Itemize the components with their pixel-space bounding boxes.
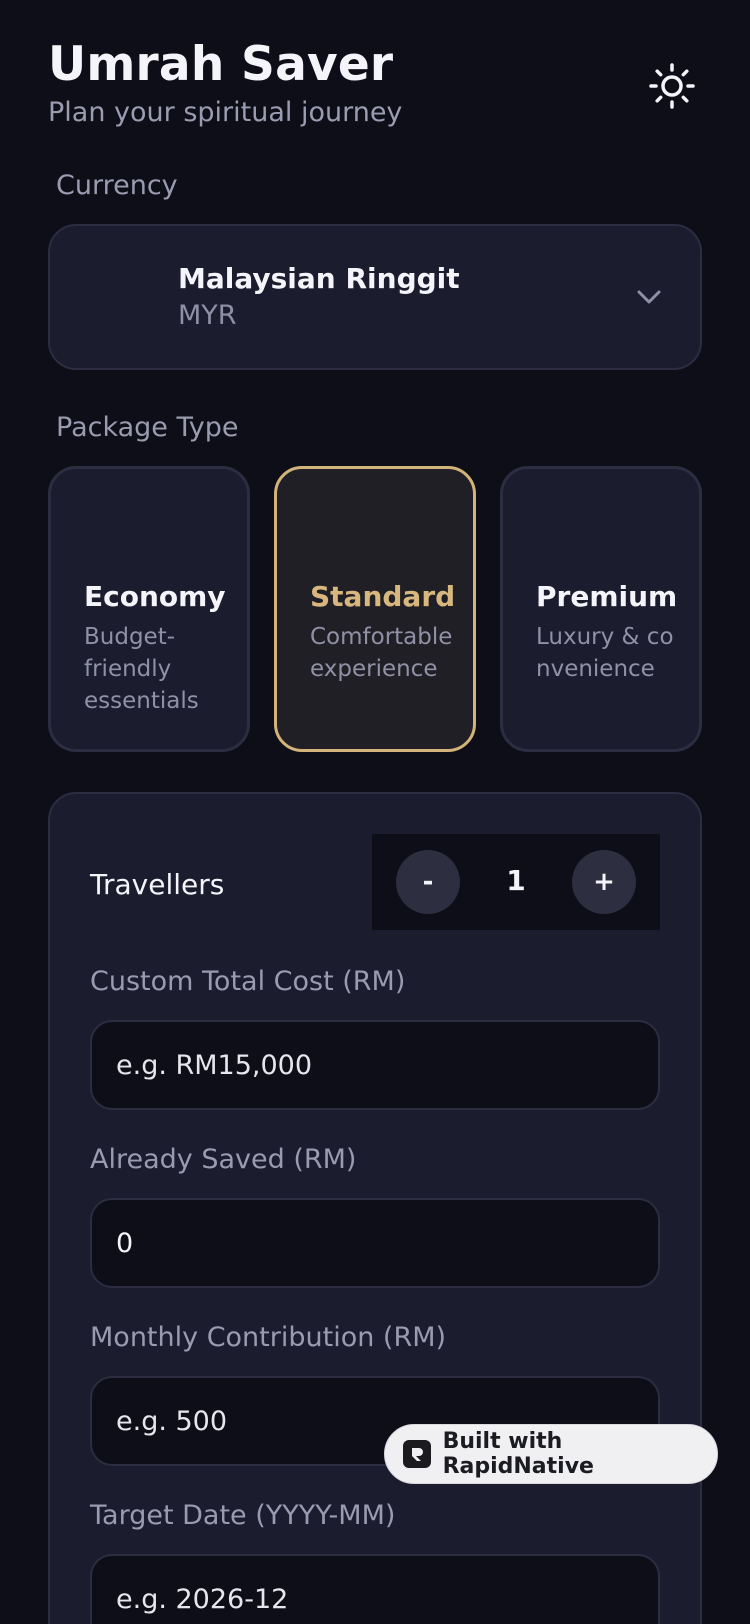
currency-code: MYR	[178, 300, 237, 331]
currency-select[interactable]: Malaysian Ringgit MYR	[48, 224, 702, 370]
built-with-badge[interactable]: Built with RapidNative	[384, 1424, 718, 1484]
decrement-button[interactable]: -	[396, 850, 460, 914]
savings-form-card: Travellers - 1 + Custom Total Cost (RM) …	[48, 792, 702, 1624]
package-option-economy[interactable]: Economy Budget-friendly essentials	[48, 466, 250, 752]
sun-icon	[649, 63, 695, 109]
package-name: Economy	[84, 580, 226, 613]
app-header: Umrah Saver Plan your spiritual journey	[48, 36, 702, 130]
already-saved-input[interactable]	[90, 1198, 660, 1288]
currency-name: Malaysian Ringgit	[178, 262, 460, 295]
package-name: Standard	[310, 580, 456, 613]
chevron-down-icon	[637, 290, 661, 304]
target-date-label: Target Date (YYYY-MM)	[90, 1500, 396, 1531]
currency-label: Currency	[56, 170, 178, 201]
package-description: Luxury & convenience	[536, 624, 674, 682]
theme-toggle-button[interactable]	[642, 56, 702, 116]
travellers-count: 1	[506, 864, 526, 897]
monthly-contribution-label: Monthly Contribution (RM)	[90, 1322, 447, 1353]
rapidnative-logo-icon	[403, 1440, 431, 1468]
page-title: Umrah Saver	[48, 37, 394, 92]
package-description: Budget-friendly essentials	[84, 624, 199, 714]
page-subtitle: Plan your spiritual journey	[48, 97, 403, 128]
already-saved-label: Already Saved (RM)	[90, 1144, 357, 1175]
package-name: Premium	[536, 580, 678, 613]
travellers-stepper: - 1 +	[372, 834, 660, 930]
increment-button[interactable]: +	[572, 850, 636, 914]
travellers-label: Travellers	[90, 868, 225, 901]
custom-total-label: Custom Total Cost (RM)	[90, 966, 406, 997]
package-option-premium[interactable]: Premium Luxury & convenience	[500, 466, 702, 752]
custom-total-input[interactable]	[90, 1020, 660, 1110]
package-description: Comfortable experience	[310, 624, 453, 682]
package-option-standard[interactable]: Standard Comfortable experience	[274, 466, 476, 752]
package-type-label: Package Type	[56, 412, 239, 443]
badge-text: Built with RapidNative	[442, 1429, 594, 1479]
target-date-input[interactable]	[90, 1554, 660, 1624]
